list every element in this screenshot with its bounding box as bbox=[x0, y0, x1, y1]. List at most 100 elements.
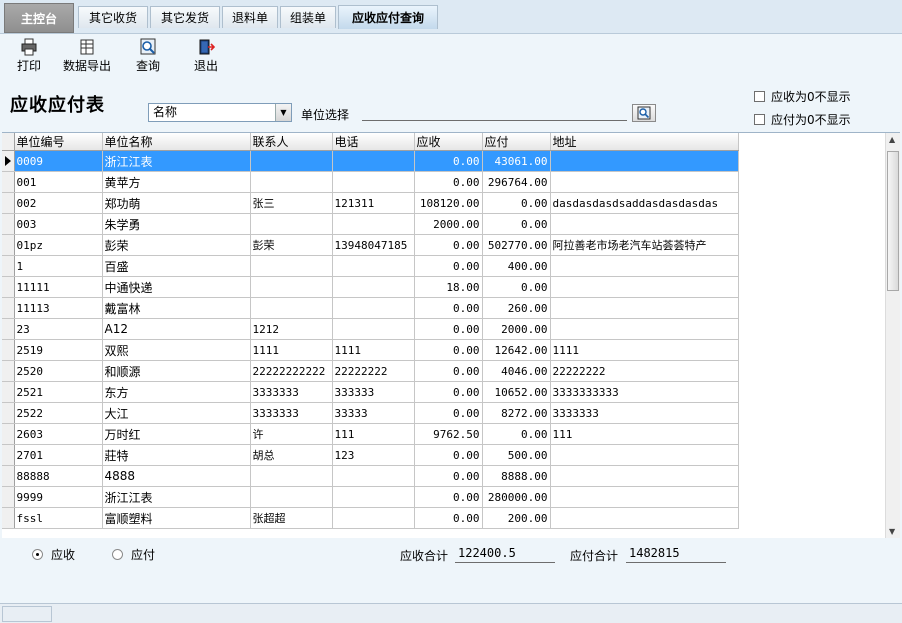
cell-unit-code[interactable]: 002 bbox=[14, 192, 103, 214]
cell-phone[interactable]: 333333 bbox=[332, 381, 415, 403]
tab-material-return[interactable]: 退料单 bbox=[222, 6, 278, 28]
cell-contact[interactable] bbox=[250, 486, 333, 508]
table-row[interactable]: 2603 万时红许 111 9762.50 0.00 111 bbox=[2, 423, 739, 445]
cell-unit-name[interactable]: A12 bbox=[102, 318, 251, 340]
cell-unit-name[interactable]: 百盛 bbox=[102, 255, 251, 277]
cell-phone[interactable] bbox=[332, 276, 415, 298]
cell-unit-name[interactable]: 中通快递 bbox=[102, 276, 251, 298]
row-indicator[interactable] bbox=[2, 465, 15, 487]
export-data-button[interactable]: 数据导出 bbox=[63, 38, 111, 74]
row-indicator[interactable] bbox=[2, 213, 15, 235]
tab-other-receipt[interactable]: 其它收货 bbox=[78, 6, 148, 28]
cell-address[interactable]: 22222222 bbox=[550, 360, 739, 382]
cell-unit-code[interactable]: 9999 bbox=[14, 486, 103, 508]
row-indicator[interactable] bbox=[2, 360, 15, 382]
cell-receivable[interactable]: 0.00 bbox=[414, 339, 483, 361]
table-row[interactable]: 2520 和顺源 22222222222 22222222 0.00 4046.00 222… bbox=[2, 360, 739, 382]
cell-contact[interactable]: 1212 bbox=[250, 318, 333, 340]
exit-button[interactable]: 退出 bbox=[194, 38, 218, 74]
cell-unit-name[interactable]: 莊特 bbox=[102, 444, 251, 466]
chevron-down-icon[interactable]: ▼ bbox=[275, 104, 291, 121]
cell-unit-code[interactable]: 88888 bbox=[14, 465, 103, 487]
row-indicator[interactable] bbox=[2, 234, 15, 256]
cell-receivable[interactable]: 0.00 bbox=[414, 402, 483, 424]
row-indicator[interactable] bbox=[2, 255, 15, 277]
cell-contact[interactable] bbox=[250, 213, 333, 235]
table-row[interactable]: 002 郑功萌 张三 121311 108120.00 0.00 dasdasdasdsad… bbox=[2, 192, 739, 214]
cell-contact[interactable]: 彭荣 bbox=[250, 234, 333, 256]
cell-unit-name[interactable]: 戴富林 bbox=[102, 297, 251, 319]
column-header-phone[interactable]: 电话 bbox=[332, 133, 415, 151]
cell-unit-code[interactable]: 23 bbox=[14, 318, 103, 340]
cell-unit-code[interactable]: 11113 bbox=[14, 297, 103, 319]
cell-receivable[interactable]: 0.00 bbox=[414, 465, 483, 487]
cell-phone[interactable]: 111 bbox=[332, 423, 415, 445]
unit-search-button[interactable] bbox=[632, 104, 656, 122]
cell-address[interactable] bbox=[550, 150, 739, 172]
cell-unit-name[interactable]: 富顺塑料 bbox=[102, 507, 251, 529]
cell-contact[interactable]: 1111 bbox=[250, 339, 333, 361]
cell-payable[interactable]: 12642.00 bbox=[482, 339, 551, 361]
radio-dot[interactable] bbox=[32, 549, 43, 560]
scroll-down-arrow-icon[interactable]: ▼ bbox=[889, 527, 895, 536]
cell-address[interactable]: 3333333 bbox=[550, 402, 739, 424]
cell-receivable[interactable]: 0.00 bbox=[414, 381, 483, 403]
cell-unit-code[interactable]: 003 bbox=[14, 213, 103, 235]
cell-address[interactable] bbox=[550, 213, 739, 235]
cell-address[interactable] bbox=[550, 297, 739, 319]
row-indicator[interactable] bbox=[2, 150, 15, 172]
row-indicator[interactable] bbox=[2, 486, 15, 508]
vertical-scrollbar[interactable]: ▲ ▼ bbox=[885, 133, 900, 538]
cell-contact[interactable]: 张三 bbox=[250, 192, 333, 214]
tab-other-shipment[interactable]: 其它发货 bbox=[150, 6, 220, 28]
cell-payable[interactable]: 43061.00 bbox=[482, 150, 551, 172]
cell-payable[interactable]: 8888.00 bbox=[482, 465, 551, 487]
table-row[interactable]: 11111 中通快递 18.00 0.00 bbox=[2, 276, 739, 298]
checkbox-box[interactable] bbox=[754, 91, 765, 102]
table-row[interactable]: 1 百盛 0.00 400.00 bbox=[2, 255, 739, 277]
column-header-contact[interactable]: 联系人 bbox=[250, 133, 333, 151]
column-header-unit-code[interactable]: 单位编号 bbox=[14, 133, 103, 151]
cell-unit-code[interactable]: fssl bbox=[14, 507, 103, 529]
cell-phone[interactable]: 33333 bbox=[332, 402, 415, 424]
cell-address[interactable]: 3333333333 bbox=[550, 381, 739, 403]
column-header-payable[interactable]: 应付 bbox=[482, 133, 551, 151]
cell-unit-name[interactable]: 黄苹方 bbox=[102, 171, 251, 193]
cell-unit-name[interactable]: 和顺源 bbox=[102, 360, 251, 382]
cell-address[interactable] bbox=[550, 444, 739, 466]
cell-contact[interactable]: 许 bbox=[250, 423, 333, 445]
cell-receivable[interactable]: 0.00 bbox=[414, 318, 483, 340]
cell-receivable[interactable]: 0.00 bbox=[414, 255, 483, 277]
row-indicator[interactable] bbox=[2, 444, 15, 466]
cell-phone[interactable]: 13948047185 bbox=[332, 234, 415, 256]
row-indicator[interactable] bbox=[2, 423, 15, 445]
cell-payable[interactable]: 0.00 bbox=[482, 276, 551, 298]
row-indicator[interactable] bbox=[2, 318, 15, 340]
cell-contact[interactable] bbox=[250, 297, 333, 319]
scroll-up-arrow-icon[interactable]: ▲ bbox=[889, 135, 895, 144]
cell-unit-code[interactable]: 1 bbox=[14, 255, 103, 277]
cell-address[interactable]: 111 bbox=[550, 423, 739, 445]
cell-receivable[interactable]: 2000.00 bbox=[414, 213, 483, 235]
cell-unit-name[interactable]: 彭荣 bbox=[102, 234, 251, 256]
table-row[interactable]: 11113 戴富林 0.00 260.00 bbox=[2, 297, 739, 319]
cell-unit-name[interactable]: 大江 bbox=[102, 402, 251, 424]
cell-address[interactable] bbox=[550, 465, 739, 487]
column-header-unit-name[interactable]: 单位名称 bbox=[102, 133, 251, 151]
row-indicator[interactable] bbox=[2, 192, 15, 214]
cell-unit-code[interactable]: 2701 bbox=[14, 444, 103, 466]
cell-payable[interactable]: 0.00 bbox=[482, 192, 551, 214]
cell-payable[interactable]: 4046.00 bbox=[482, 360, 551, 382]
cell-unit-code[interactable]: 11111 bbox=[14, 276, 103, 298]
table-row[interactable]: 2519 双熙 1111 1111 0.00 12642.00 1111 bbox=[2, 339, 739, 361]
table-row[interactable]: fssl 富顺塑料 张超超 0.00 200.00 bbox=[2, 507, 739, 529]
scrollbar-thumb[interactable] bbox=[887, 151, 899, 291]
row-indicator[interactable] bbox=[2, 402, 15, 424]
cell-receivable[interactable]: 0.00 bbox=[414, 507, 483, 529]
cell-contact[interactable]: 张超超 bbox=[250, 507, 333, 529]
hide-receivable-zero-checkbox[interactable]: 应收为0不显示 bbox=[754, 88, 851, 105]
table-row[interactable]: 23 A12 1212 0.00 2000.00 bbox=[2, 318, 739, 340]
table-row[interactable]: 2522 大江 3333333 33333 0.00 8272.00 3333333 bbox=[2, 402, 739, 424]
radio-receivable[interactable]: 应收 bbox=[32, 546, 75, 563]
cell-unit-code[interactable]: 2603 bbox=[14, 423, 103, 445]
